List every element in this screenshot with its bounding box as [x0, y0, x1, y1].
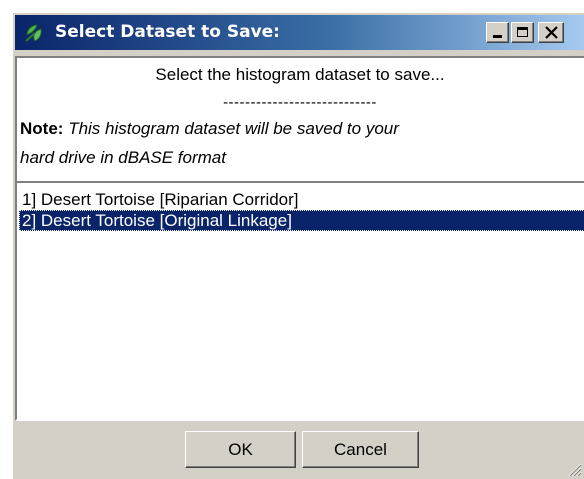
note-line-1: Note: This histogram dataset will be sav…	[20, 119, 399, 139]
list-item-selected[interactable]: 2] Desert Tortoise [Original Linkage]	[19, 210, 584, 231]
window-title: Select Dataset to Save:	[55, 22, 280, 42]
dataset-listbox[interactable]: 1] Desert Tortoise [Riparian Corridor] 2…	[15, 181, 584, 421]
list-item[interactable]: 1] Desert Tortoise [Riparian Corridor]	[19, 189, 584, 210]
minimize-icon	[493, 35, 502, 38]
maximize-icon	[517, 27, 528, 37]
minimize-button[interactable]	[486, 22, 509, 43]
note-text-line1: This histogram dataset will be saved to …	[68, 119, 399, 138]
maximize-button[interactable]	[511, 22, 534, 43]
prompt-text: Select the histogram dataset to save...	[155, 65, 445, 84]
note-text-line2: hard drive in dBASE format	[20, 148, 226, 167]
dialog-window: Select Dataset to Save: Select the histo…	[12, 12, 584, 479]
close-button[interactable]	[538, 22, 564, 43]
app-leaf-icon	[25, 24, 42, 42]
note-label: Note:	[20, 119, 64, 138]
separator-line: ----------------------------	[223, 94, 377, 111]
resize-grip-icon[interactable]	[564, 459, 582, 477]
close-icon	[545, 26, 558, 39]
title-bar[interactable]: Select Dataset to Save:	[15, 15, 584, 50]
instruction-panel: Select the histogram dataset to save... …	[15, 56, 584, 186]
cancel-button[interactable]: Cancel	[302, 431, 419, 468]
ok-button[interactable]: OK	[185, 431, 296, 468]
